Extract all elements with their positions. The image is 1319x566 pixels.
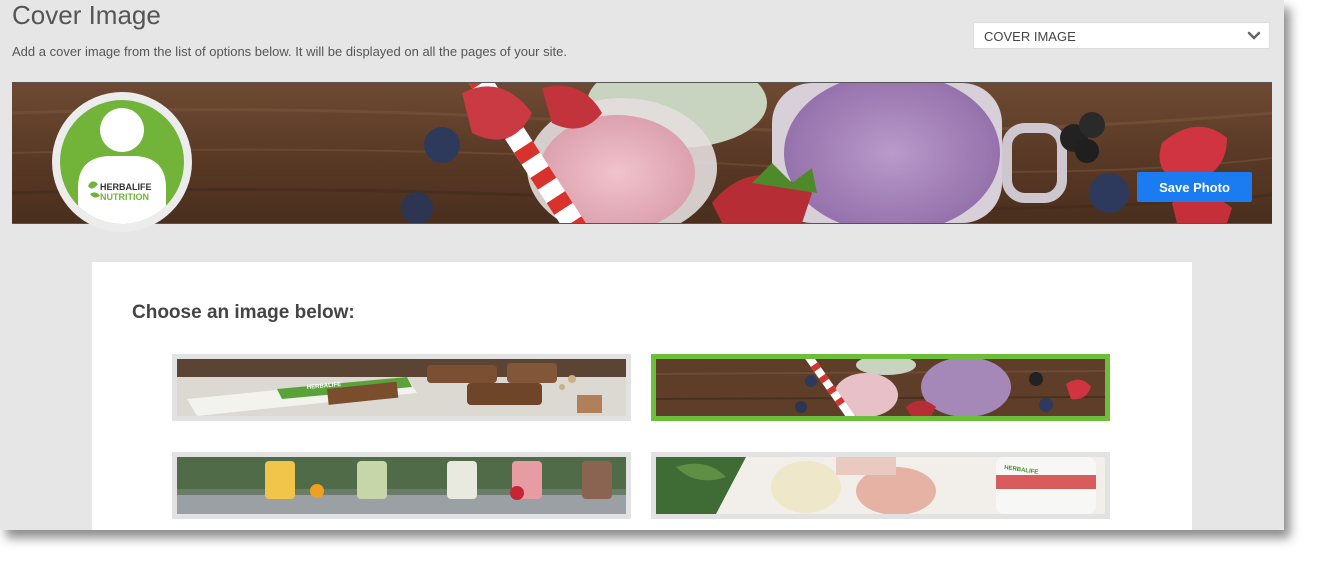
- section-select-value: COVER IMAGE: [984, 29, 1076, 44]
- page-title: Cover Image: [12, 0, 161, 30]
- svg-text:HERBALIFE: HERBALIFE: [100, 182, 152, 192]
- cover-banner-image: [12, 82, 1272, 224]
- cover-image-panel: Cover Image Add a cover image from the l…: [0, 0, 1284, 530]
- save-photo-button[interactable]: Save Photo: [1137, 172, 1252, 202]
- cover-option-protein-bars[interactable]: HERBALIFE: [172, 354, 631, 421]
- svg-text:NUTRITION: NUTRITION: [100, 192, 149, 202]
- avatar[interactable]: HERBALIFE NUTRITION: [52, 92, 192, 232]
- avatar-placeholder: HERBALIFE NUTRITION: [60, 100, 184, 224]
- page-subtitle: Add a cover image from the list of optio…: [12, 44, 567, 59]
- shakes-row-image: [177, 457, 626, 514]
- shake-jars-tub-image: HERBALIFE: [656, 457, 1105, 514]
- cover-option-shake-jars-tub[interactable]: HERBALIFE: [651, 452, 1110, 519]
- cover-option-shakes-row[interactable]: [172, 452, 631, 519]
- cover-option-smoothie-jars[interactable]: [651, 354, 1110, 421]
- image-chooser-card: Choose an image below: HERBALIFE HERBALI…: [92, 262, 1192, 530]
- chooser-heading: Choose an image below:: [132, 302, 355, 323]
- protein-bars-image: HERBALIFE: [177, 359, 626, 416]
- user-silhouette-icon: HERBALIFE NUTRITION: [78, 108, 166, 224]
- chevron-down-icon: [1247, 31, 1261, 40]
- smoothie-jars-image: [656, 359, 1105, 416]
- section-select[interactable]: COVER IMAGE: [973, 22, 1270, 49]
